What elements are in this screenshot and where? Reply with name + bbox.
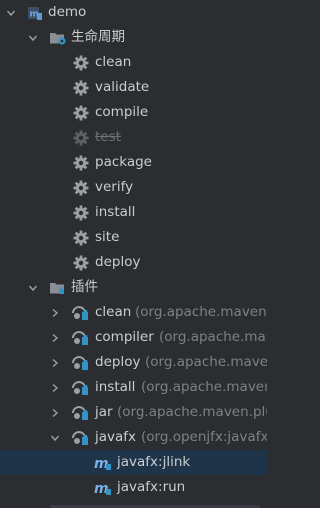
plugin-coordinates: (org.apache.maven.: [135, 304, 267, 320]
plugin-name: javafx: [95, 429, 137, 445]
tree-node-plugins[interactable]: 插件: [0, 275, 267, 300]
lifecycle-phase-site[interactable]: site: [0, 225, 267, 250]
chevron-down-icon[interactable]: [28, 283, 38, 293]
lifecycle-phase-deploy[interactable]: deploy: [0, 250, 267, 275]
lifecycle-phase-test[interactable]: test: [0, 125, 267, 150]
phase-label-skipped: test: [95, 129, 121, 145]
phase-label: deploy: [95, 254, 141, 270]
lifecycle-phase-clean[interactable]: clean: [0, 50, 267, 75]
lifecycle-phase-install[interactable]: install: [0, 200, 267, 225]
phase-label: verify: [95, 179, 134, 195]
plugins-folder-icon: [49, 279, 67, 297]
tree-node-root[interactable]: m demo: [0, 0, 267, 25]
plugin-deploy[interactable]: deploy (org.apache.maven: [0, 350, 267, 375]
plugin-name: clean: [95, 304, 132, 320]
gear-icon: [72, 179, 90, 197]
plugin-coordinates: (org.apache.maven: [145, 354, 267, 370]
plugin-name: jar: [95, 404, 113, 420]
chevron-right-icon[interactable]: [50, 408, 60, 418]
phase-label: install: [95, 204, 136, 220]
goal-label: javafx:run: [117, 479, 186, 495]
plugin-install[interactable]: install (org.apache.maven: [0, 375, 267, 400]
lifecycle-phase-compile[interactable]: compile: [0, 100, 267, 125]
chevron-down-icon[interactable]: [50, 433, 60, 443]
phase-label: compile: [95, 104, 149, 120]
gear-icon: [72, 254, 90, 272]
plugin-name: compiler: [95, 329, 154, 345]
plugin-name: deploy: [95, 354, 141, 370]
chevron-right-icon[interactable]: [50, 308, 60, 318]
chevron-down-icon[interactable]: [28, 33, 38, 43]
gear-icon: [72, 129, 90, 147]
maven-goal-icon: m: [94, 454, 112, 472]
plugin-coordinates: (org.apache.maven.plu: [117, 404, 267, 420]
gear-icon: [72, 79, 90, 97]
lifecycle-phase-verify[interactable]: verify: [0, 175, 267, 200]
plugin-icon: [71, 304, 89, 322]
plugin-clean[interactable]: clean (org.apache.maven.: [0, 300, 267, 325]
phase-label: package: [95, 154, 152, 170]
chevron-down-icon[interactable]: [6, 8, 16, 18]
plugin-coordinates: (org.apache.maven: [141, 379, 267, 395]
tree-node-lifecycle[interactable]: 生命周期: [0, 25, 267, 50]
plugin-icon: [71, 429, 89, 447]
plugin-icon: [71, 354, 89, 372]
plugin-icon: [71, 404, 89, 422]
maven-module-icon: m: [26, 4, 44, 22]
plugin-icon: [71, 329, 89, 347]
gear-icon: [72, 104, 90, 122]
phase-label: clean: [95, 54, 132, 70]
lifecycle-phase-package[interactable]: package: [0, 150, 267, 175]
chevron-right-icon[interactable]: [50, 383, 60, 393]
goal-javafx-jlink[interactable]: m javafx:jlink: [0, 450, 267, 475]
plugin-javafx[interactable]: javafx (org.openjfx:javafx-: [0, 425, 267, 450]
plugin-coordinates: (org.apache.mav: [159, 329, 267, 345]
lifecycle-folder-gear-icon: [49, 29, 67, 47]
plugin-jar[interactable]: jar (org.apache.maven.plu: [0, 400, 267, 425]
chevron-right-icon[interactable]: [50, 358, 60, 368]
lifecycle-phase-validate[interactable]: validate: [0, 75, 267, 100]
plugin-name: install: [95, 379, 136, 395]
goal-label: javafx:jlink: [117, 454, 191, 470]
lifecycle-label: 生命周期: [71, 29, 125, 45]
phase-label: validate: [95, 79, 150, 95]
plugin-compiler[interactable]: compiler (org.apache.mav: [0, 325, 267, 350]
maven-goal-icon: m: [94, 479, 112, 497]
gear-icon: [72, 154, 90, 172]
plugins-label: 插件: [71, 279, 98, 295]
plugin-icon: [71, 379, 89, 397]
gear-icon: [72, 204, 90, 222]
plugin-coordinates: (org.openjfx:javafx-: [141, 429, 267, 445]
gear-icon: [72, 229, 90, 247]
goal-javafx-run[interactable]: m javafx:run: [0, 475, 267, 500]
chevron-right-icon[interactable]: [50, 333, 60, 343]
gear-icon: [72, 54, 90, 72]
root-label: demo: [48, 4, 87, 20]
phase-label: site: [95, 229, 120, 245]
